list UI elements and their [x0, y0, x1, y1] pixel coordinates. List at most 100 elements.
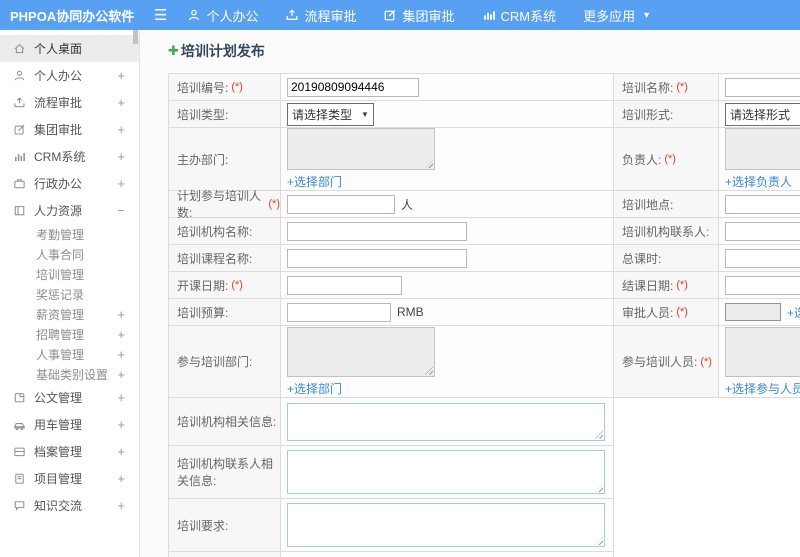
org-contact-info-textarea[interactable]: [287, 450, 605, 494]
org-info-textarea[interactable]: [287, 402, 605, 441]
select-approver-link[interactable]: +选择审批人员: [787, 304, 800, 321]
field-cell: [281, 218, 614, 245]
sidebar-item-group-approval[interactable]: 集团审批 +: [0, 116, 139, 143]
sidebar-item-admin-office[interactable]: 行政办公 +: [0, 170, 139, 197]
sidebar-subitem-personnel[interactable]: 人事管理 +: [0, 344, 139, 364]
place-input[interactable]: [725, 194, 800, 214]
sidebar-item-label: 人力资源: [34, 204, 83, 218]
select-join-people-link[interactable]: +选择参与人员: [725, 380, 800, 397]
sidebar-subitem-training[interactable]: 培训管理: [0, 264, 139, 284]
sidebar-subitem-label: 考勤管理: [36, 227, 85, 242]
sidebar-item-hr[interactable]: 人力资源 −: [0, 197, 139, 224]
expand-plus-icon[interactable]: +: [117, 307, 125, 322]
field-label-course: 培训课程名称:: [169, 245, 281, 272]
nav-label: 更多应用: [583, 8, 636, 24]
expand-plus-icon[interactable]: +: [117, 498, 125, 513]
count-input[interactable]: [287, 194, 395, 214]
field-label-budget: 培训预算:: [169, 299, 281, 326]
type-select[interactable]: 请选择类型 ▼: [287, 102, 374, 126]
field-cell: +选择部门: [281, 128, 614, 191]
hours-input[interactable]: [725, 248, 800, 268]
field-cell: 请选择类型 ▼: [281, 101, 614, 128]
sidebar-subitem-recruit[interactable]: 招聘管理 +: [0, 324, 139, 344]
sidebar-subitem-reward-record[interactable]: 奖惩记录: [0, 284, 139, 304]
select-dept-link[interactable]: +选择部门: [287, 173, 342, 190]
expand-plus-icon[interactable]: +: [117, 149, 125, 164]
field-cell: +选择参与人员: [719, 326, 800, 398]
name-input[interactable]: [725, 77, 800, 97]
edit-icon: [385, 9, 396, 21]
sidebar-subitem-hr-contract[interactable]: 人事合同: [0, 244, 139, 264]
sidebar-item-workflow-approval[interactable]: 流程审批 +: [0, 89, 139, 116]
nav-crm-system[interactable]: CRM系统: [482, 6, 556, 25]
bar-chart-icon: [483, 11, 495, 20]
nav-personal-office[interactable]: 个人办公: [187, 6, 258, 25]
sidebar-item-personal-desktop[interactable]: 个人桌面: [0, 35, 139, 62]
expand-plus-icon[interactable]: +: [117, 471, 125, 486]
sidebar-subitem-label: 奖惩记录: [36, 287, 85, 302]
expand-plus-icon[interactable]: +: [117, 347, 125, 362]
sidebar-subitem-base-category[interactable]: 基础类别设置 +: [0, 364, 139, 384]
approver-input[interactable]: [725, 303, 781, 321]
collapse-minus-icon[interactable]: −: [117, 203, 125, 218]
field-label-hours: 总课时:: [614, 245, 719, 272]
expand-plus-icon[interactable]: +: [117, 95, 125, 110]
hamburger-icon[interactable]: ☰: [154, 8, 167, 23]
expand-plus-icon[interactable]: +: [117, 122, 125, 137]
edit-icon: [14, 124, 25, 135]
nav-more-apps[interactable]: 更多应用 ▼: [583, 6, 651, 25]
leader-textarea[interactable]: [725, 128, 800, 170]
field-label-end-date: 结课日期: (*): [614, 272, 719, 299]
expand-plus-icon[interactable]: +: [117, 367, 125, 382]
budget-input[interactable]: [287, 302, 391, 322]
sidebar-item-knowledge[interactable]: 知识交流 +: [0, 492, 139, 519]
sidebar-subitem-label: 招聘管理: [36, 327, 85, 342]
upload-icon: [14, 97, 25, 108]
org-input[interactable]: [287, 221, 467, 241]
form-row: 培训机构联系人相关信息:: [169, 446, 800, 499]
sidebar-item-personal-office[interactable]: 个人办公 +: [0, 62, 139, 89]
sidebar-item-label: CRM系统: [34, 150, 86, 164]
form-row: 附件文档: +附件上传: [169, 552, 800, 557]
requirement-textarea[interactable]: [287, 503, 605, 547]
field-label-leader: 负责人: (*): [614, 128, 719, 191]
field-cell: [719, 218, 800, 245]
sidebar-subitem-label: 基础类别设置: [36, 367, 109, 382]
sidebar-item-label: 公文管理: [34, 391, 83, 405]
sidebar-item-label: 个人桌面: [34, 42, 83, 56]
sidebar-item-project[interactable]: 项目管理 +: [0, 465, 139, 492]
sidebar-subitem-label: 培训管理: [36, 267, 85, 282]
code-input[interactable]: [287, 77, 419, 97]
sidebar-scrollbar[interactable]: [133, 30, 138, 44]
join-people-textarea[interactable]: [725, 326, 800, 377]
sidebar-item-label: 档案管理: [34, 445, 83, 459]
dept-textarea[interactable]: [287, 128, 435, 170]
field-cell: +附件上传: [281, 552, 614, 557]
sidebar-item-official-doc[interactable]: 公文管理 +: [0, 384, 139, 411]
expand-plus-icon[interactable]: +: [117, 176, 125, 191]
nav-group-approval[interactable]: 集团审批: [383, 6, 455, 25]
start-date-input[interactable]: [287, 275, 402, 295]
course-input[interactable]: [287, 248, 467, 268]
expand-plus-icon[interactable]: +: [117, 327, 125, 342]
expand-plus-icon[interactable]: +: [117, 417, 125, 432]
select-join-dept-link[interactable]: +选择部门: [287, 380, 342, 397]
sidebar-item-crm[interactable]: CRM系统 +: [0, 143, 139, 170]
expand-plus-icon[interactable]: +: [117, 444, 125, 459]
expand-plus-icon[interactable]: +: [117, 390, 125, 405]
expand-plus-icon[interactable]: +: [117, 68, 125, 83]
sidebar-subitem-label: 人事管理: [36, 347, 85, 362]
join-dept-textarea[interactable]: [287, 326, 435, 377]
nav-workflow-approval[interactable]: 流程审批: [285, 6, 356, 25]
sidebar-item-vehicle[interactable]: 用车管理 +: [0, 411, 139, 438]
sidebar-item-archive[interactable]: 档案管理 +: [0, 438, 139, 465]
sidebar-subitem-salary[interactable]: 薪资管理 +: [0, 304, 139, 324]
bar-chart-icon: [15, 152, 25, 161]
field-cell: [281, 245, 614, 272]
org-contact-input[interactable]: [725, 221, 800, 241]
form-row: 培训要求:: [169, 499, 800, 552]
sidebar-subitem-attendance[interactable]: 考勤管理: [0, 224, 139, 244]
mode-select[interactable]: 请选择形式▼: [725, 102, 800, 126]
select-leader-link[interactable]: +选择负责人: [725, 173, 792, 190]
end-date-input[interactable]: [725, 275, 800, 295]
